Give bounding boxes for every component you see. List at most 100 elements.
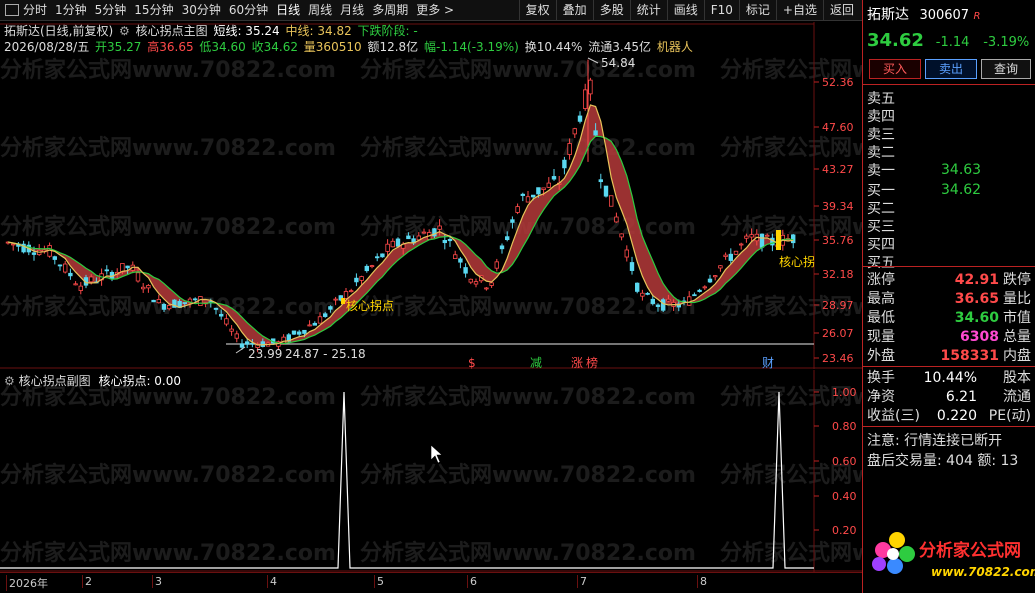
candle-body [421, 231, 427, 234]
menu-icon[interactable] [5, 4, 19, 16]
candle-body [10, 243, 16, 246]
watermark-text: 分析家公式网www.70822.com [0, 462, 336, 488]
stock-title: 拓斯达 300607 R [867, 4, 981, 24]
candle-body [593, 130, 598, 136]
buy-level-label: 买一 [867, 182, 895, 199]
order-book-buy-row[interactable]: 买四 [867, 234, 1031, 253]
site-logo: 分析家公式网 www.70822.com [872, 532, 1035, 579]
sub-indicator-value: 核心拐点: 0.00 [98, 374, 182, 388]
mouse-cursor-icon [430, 444, 443, 464]
stat-value: 158331 [940, 348, 999, 364]
candle-body [343, 291, 349, 299]
action-buttons: 复权 叠加 多股 统计 画线 F10 标记 +自选 返回 [518, 0, 860, 20]
candle-body [666, 298, 671, 302]
bar-concept[interactable]: 机器人 [657, 40, 693, 54]
period-tab-8[interactable]: 月线 [336, 0, 368, 20]
indicator-name[interactable]: 核心拐点主图 [136, 24, 208, 38]
order-book-buy-row[interactable]: 买二 [867, 198, 1031, 217]
watermark-text: 分析家公式网www.70822.com [0, 135, 336, 161]
toolbar-action-1[interactable]: 叠加 [555, 0, 593, 20]
candle-body [198, 296, 203, 307]
order-book-sell-row[interactable]: 卖三 [867, 124, 1031, 143]
order-book-sell-row[interactable]: 卖四 [867, 106, 1031, 125]
period-tab-1[interactable]: 1分钟 [51, 0, 91, 20]
buy-level-label: 买四 [867, 236, 895, 253]
toolbar-action-3[interactable]: 统计 [629, 0, 667, 20]
candle-body [609, 195, 614, 207]
candle-body [374, 256, 380, 259]
toolbar-action-2[interactable]: 多股 [592, 0, 630, 20]
time-tick: 5 [374, 575, 384, 588]
fund-value: 10.44% [923, 370, 977, 386]
candle-body [567, 143, 572, 155]
flower-logo-icon [872, 532, 915, 574]
time-axis: 2026年 2 3 4 5 6 7 8 [0, 572, 862, 593]
stat-label-right: 内盘 [1003, 348, 1031, 364]
watermark-text: 分析家公式网www.70822.com [0, 214, 336, 240]
candle-body [390, 240, 395, 248]
stat-label: 涨停 [867, 272, 895, 288]
fund-label-right: PE(动) [988, 408, 1031, 424]
stock-tag: R [973, 11, 981, 22]
watermark-text: 分析家公式网www.70822.com [720, 540, 862, 566]
period-tab-9[interactable]: 多周期 [368, 0, 412, 20]
candle-body [234, 333, 239, 339]
toolbar-action-4[interactable]: 画线 [666, 0, 704, 20]
main-chart[interactable]: 分析家公式网www.70822.com 分析家公式网www.70822.com 分析… [0, 22, 862, 369]
toolbar-action-0[interactable]: 复权 [518, 0, 556, 20]
candle-body [494, 261, 499, 269]
order-book-sell-row[interactable]: 卖二 [867, 142, 1031, 161]
sell-level-price: 34.63 [941, 161, 982, 178]
sell-level-label: 卖二 [867, 144, 895, 161]
sub-settings-icon[interactable]: ⚙ [4, 374, 15, 388]
buy-button[interactable]: 买入 [869, 59, 921, 79]
signal-label-left: 核心拐点 [346, 298, 394, 313]
watermark-text: 分析家公式网www.70822.com [360, 384, 696, 410]
toolbar-action-7[interactable]: +自选 [775, 0, 823, 20]
sub-indicator-name[interactable]: 核心拐点副图 [19, 374, 91, 388]
bar-low: 低34.60 [199, 40, 246, 54]
stock-price: 34.62 [867, 30, 924, 51]
time-tick: 3 [152, 575, 162, 588]
candle-body [307, 324, 312, 327]
sub-chart[interactable]: 分析家公式网www.70822.com 分析家公式网www.70822.com 分析… [0, 370, 862, 572]
toolbar-action-5[interactable]: F10 [703, 0, 739, 20]
period-tab-7[interactable]: 周线 [304, 0, 336, 20]
candle-body [89, 276, 94, 283]
query-button[interactable]: 查询 [981, 59, 1031, 79]
candle-body [661, 299, 666, 311]
order-book-sell-row[interactable]: 卖一 34.63 [867, 160, 1031, 179]
order-book-buy-row[interactable]: 买三 [867, 216, 1031, 235]
order-book-buy-row[interactable]: 买五 [867, 252, 1031, 271]
period-toolbar: 分时 1分钟 5分钟 15分钟 30分钟 60分钟 日线 周线 月线 多周期 更多 > 复权 叠加 多股… [0, 0, 862, 21]
order-book-sell-row[interactable]: 卖五 [867, 88, 1031, 107]
period-tab-4[interactable]: 30分钟 [178, 0, 225, 20]
candle-body [744, 235, 749, 239]
period-tab-2[interactable]: 5分钟 [91, 0, 131, 20]
period-tab-3[interactable]: 15分钟 [130, 0, 177, 20]
candle-body [499, 245, 505, 250]
time-tick: 8 [697, 575, 707, 588]
settings-icon[interactable]: ⚙ [119, 24, 130, 38]
period-tab-6[interactable]: 日线 [272, 0, 304, 20]
fund-label: 换手 [867, 370, 895, 386]
signal-tick: 0.60 [832, 455, 857, 468]
time-tick: 6 [467, 575, 477, 588]
watermark-text: 分析家公式网www.70822.com [360, 135, 696, 161]
period-tabs: 分时 1分钟 5分钟 15分钟 30分钟 60分钟 日线 周线 月线 多周期 更多 > [19, 0, 458, 20]
candle-body [156, 299, 161, 304]
toolbar-action-8[interactable]: 返回 [822, 0, 860, 20]
candle-body [395, 238, 401, 247]
sell-button[interactable]: 卖出 [925, 59, 977, 79]
period-tab-0[interactable]: 分时 [19, 0, 51, 20]
stat-value: 6308 [960, 329, 999, 345]
stat-value: 36.65 [954, 291, 999, 307]
period-tab-5[interactable]: 60分钟 [225, 0, 272, 20]
watermark-text: 分析家公式网www.70822.com [0, 57, 336, 83]
candle-body [125, 265, 130, 269]
candle-body [385, 243, 390, 252]
order-book-buy-row[interactable]: 买一 34.62 [867, 180, 1031, 199]
period-tab-10[interactable]: 更多 > [412, 0, 458, 20]
toolbar-action-6[interactable]: 标记 [738, 0, 776, 20]
range-label: 24.87 - 25.18 [285, 347, 366, 361]
